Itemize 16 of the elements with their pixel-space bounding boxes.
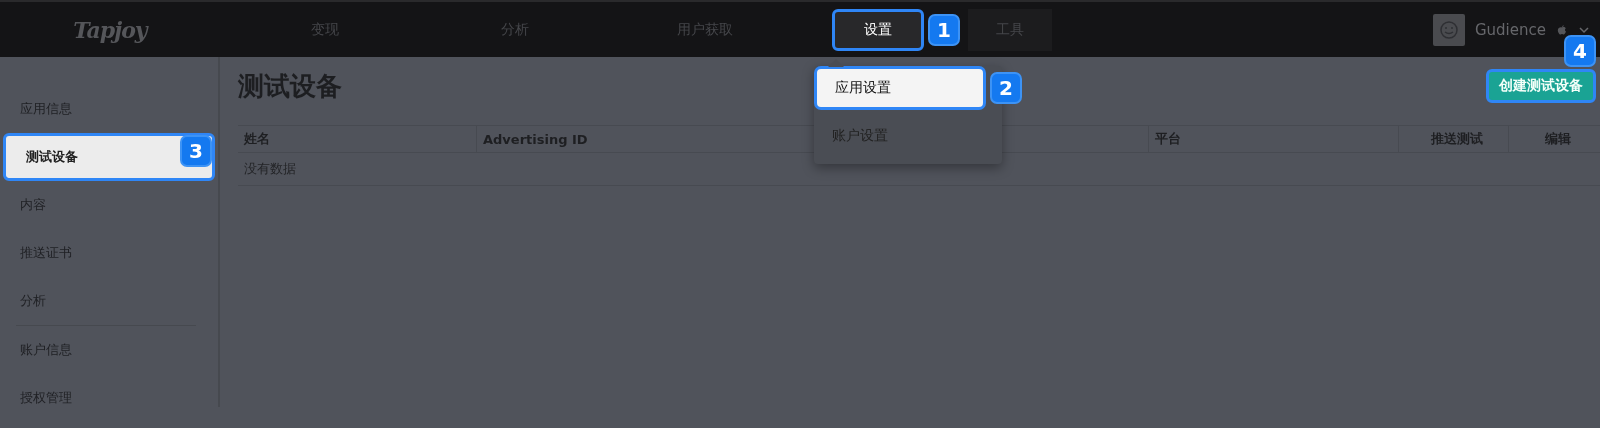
step-badge: 2 <box>990 72 1022 104</box>
step-badge: 4 <box>1564 35 1596 67</box>
column-header: 编辑 <box>1508 126 1600 152</box>
column-header: 推送测试 <box>1398 126 1508 152</box>
apple-icon <box>1556 23 1568 36</box>
nav-tab[interactable]: 设置 <box>832 8 924 51</box>
menu-pointer-icon <box>828 59 844 67</box>
create-test-device-button[interactable]: 创建测试设备 <box>1486 69 1596 103</box>
column-header: 平台 <box>1148 126 1398 152</box>
logo[interactable]: Tapjoy <box>0 16 230 43</box>
user-name[interactable]: Gudience <box>1474 20 1546 39</box>
menu-item[interactable]: 应用设置 <box>814 66 986 110</box>
column-header: 姓名 <box>243 130 271 148</box>
step-badge: 3 <box>180 135 212 167</box>
step-badge: 1 <box>928 13 960 46</box>
page-title: 测试设备 <box>238 69 342 103</box>
